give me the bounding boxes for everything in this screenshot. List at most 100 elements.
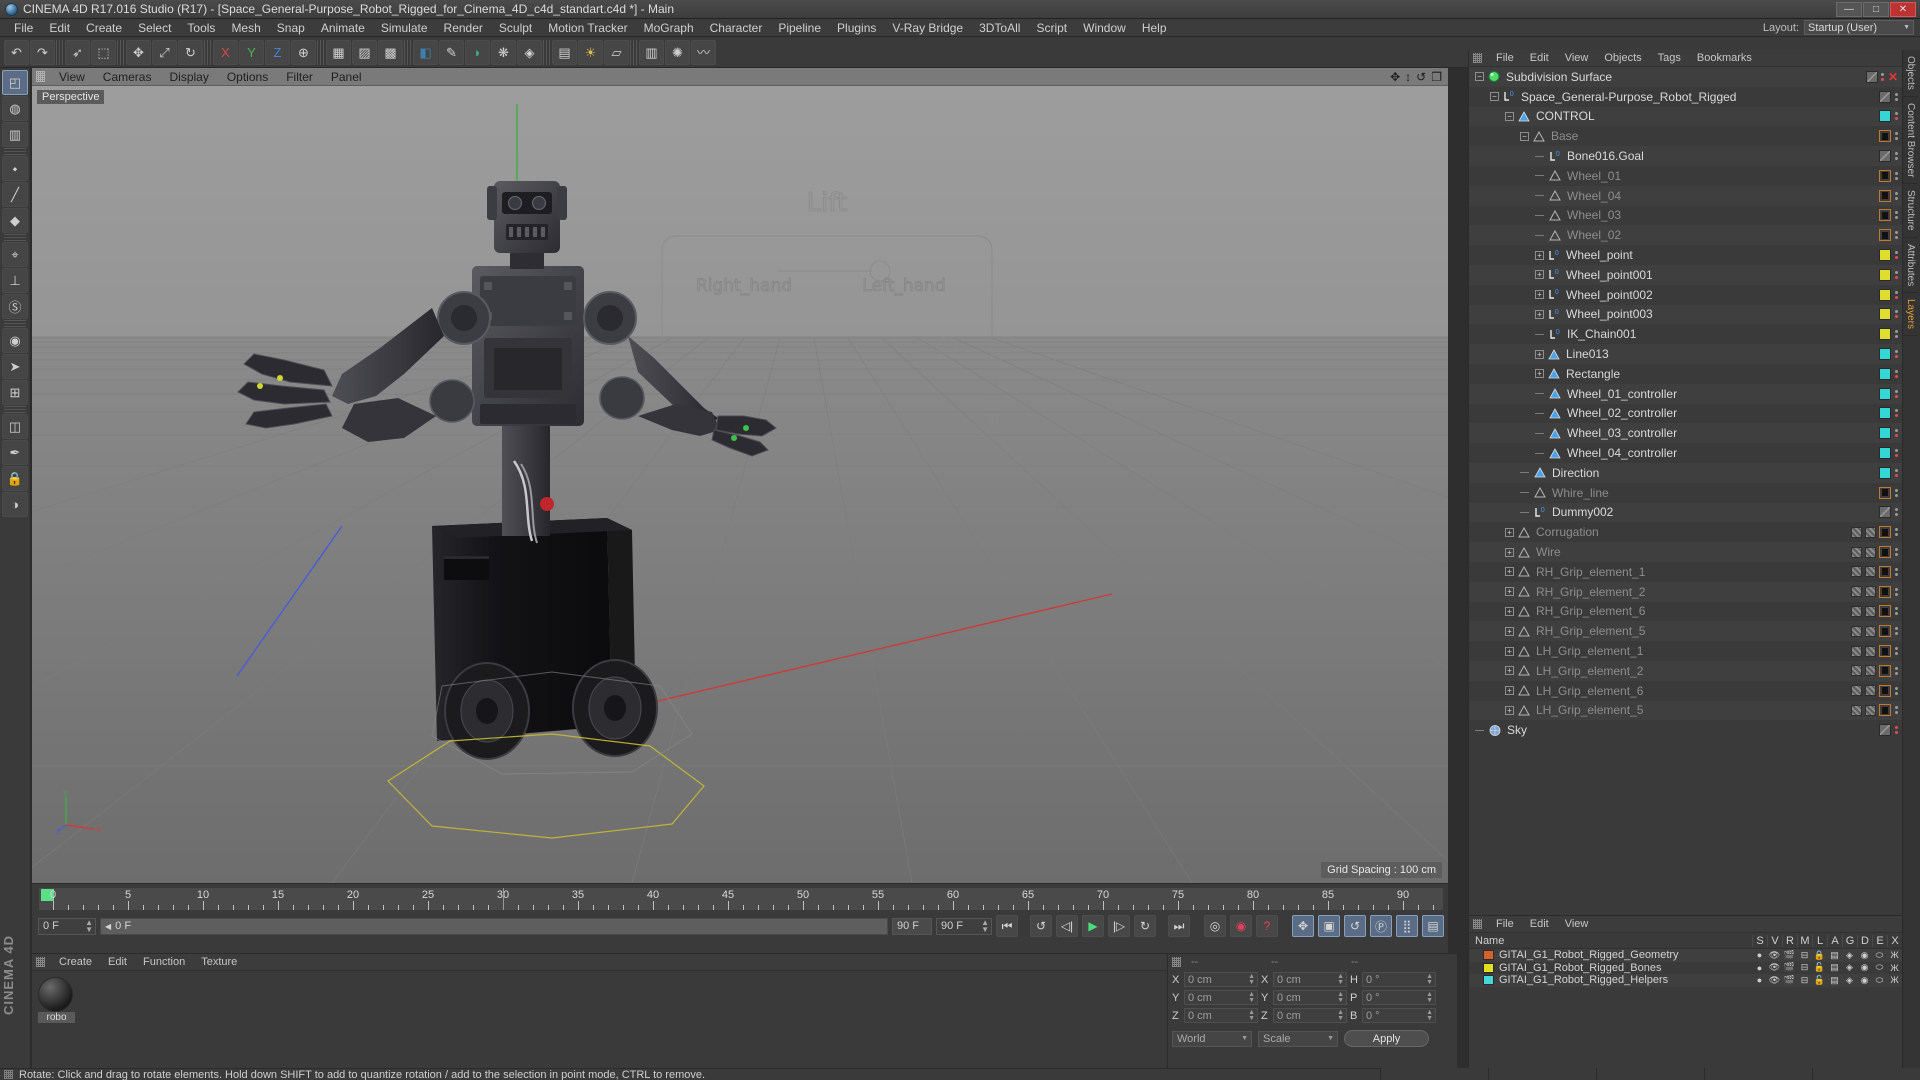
object-row[interactable]: Wheel_02_controller	[1469, 403, 1902, 424]
object-row[interactable]: + Wire	[1469, 542, 1902, 562]
editor-visibility-dot[interactable]	[1894, 310, 1898, 314]
render-visibility-dot[interactable]	[1894, 157, 1898, 161]
menu-item-script[interactable]: Script	[1028, 20, 1075, 36]
render-visibility-dot[interactable]	[1894, 513, 1898, 517]
redo-icon[interactable]: ↷	[30, 39, 55, 65]
layer-swatch[interactable]	[1879, 387, 1891, 400]
viewport-menu-display[interactable]: Display	[160, 70, 217, 84]
object-row[interactable]: + LH_Grip_element_6	[1469, 680, 1902, 701]
visibility-dots[interactable]	[1894, 330, 1898, 339]
layer-menu-view[interactable]: View	[1557, 918, 1597, 930]
panel-grip-icon[interactable]	[1473, 919, 1482, 929]
layer-column-m[interactable]: M	[1797, 934, 1812, 947]
object-tag-icon[interactable]	[1851, 665, 1862, 677]
object-tag-icon[interactable]	[1865, 704, 1876, 716]
play-forward-icon[interactable]: ↻	[1134, 915, 1156, 937]
layer-menu-edit[interactable]: Edit	[1522, 918, 1557, 930]
cube-icon[interactable]: ◧	[413, 39, 438, 65]
workplane-icon[interactable]: ▥	[2, 122, 28, 147]
editor-visibility-dot[interactable]	[1894, 389, 1898, 393]
panel-grip-icon[interactable]	[36, 71, 45, 82]
object-row[interactable]: +0 Wheel_point003	[1469, 304, 1902, 325]
coordinate-system-dropdown[interactable]: World ▼	[1172, 1030, 1252, 1047]
material-item[interactable]: robo	[38, 977, 75, 1023]
editor-visibility-dot[interactable]	[1894, 508, 1898, 512]
timeline-ruler[interactable]: 051015202530354045505560657075808590	[38, 887, 1444, 911]
enable-axis-icon[interactable]: ⊥	[2, 268, 28, 293]
rotation-field-h[interactable]: 0 ° ▲ ▼	[1362, 972, 1436, 987]
layer-column-v[interactable]: V	[1767, 934, 1782, 947]
record-active-objects-icon[interactable]: ◉	[1230, 915, 1252, 937]
object-row[interactable]: + RH_Grip_element_2	[1469, 581, 1902, 602]
layer-cell-deformers[interactable]: ◉	[1857, 975, 1872, 986]
menu-item-help[interactable]: Help	[1134, 20, 1175, 36]
viewport-canvas[interactable]: Lift Right_hand Left_hand Perspective Gr…	[32, 86, 1448, 883]
render-visibility-dot[interactable]	[1894, 315, 1898, 319]
move-icon[interactable]: ✥	[126, 39, 151, 65]
render-visibility-dot[interactable]	[1894, 236, 1898, 240]
orbit-icon[interactable]: ↺	[1416, 70, 1426, 84]
maximize-viewport-icon[interactable]: ❐	[1431, 70, 1442, 84]
rotate-icon[interactable]: ↻	[178, 39, 203, 65]
layer-lock-icon[interactable]	[1879, 585, 1891, 598]
visibility-dots[interactable]	[1881, 72, 1885, 81]
collapse-toggle-icon[interactable]: −	[1490, 92, 1499, 102]
material-menu-create[interactable]: Create	[51, 956, 100, 968]
layer-swatch[interactable]	[1879, 328, 1891, 341]
layer-cell-manager[interactable]: ⊟	[1797, 975, 1812, 986]
layer-color-swatch[interactable]	[1483, 975, 1494, 986]
layer-cell-xref[interactable]: Ж	[1887, 975, 1902, 985]
minimize-button[interactable]: —	[1836, 1, 1862, 17]
menu-item-v-ray-bridge[interactable]: V-Ray Bridge	[884, 20, 971, 36]
visibility-dots[interactable]	[1894, 152, 1898, 161]
camera-icon[interactable]: ▤	[552, 39, 577, 65]
uv-polygons-icon[interactable]: ◫	[2, 414, 28, 439]
render-visibility-dot[interactable]	[1894, 572, 1898, 576]
mograph-icon[interactable]: ▥	[639, 39, 664, 65]
menu-item-simulate[interactable]: Simulate	[373, 20, 436, 36]
layer-cell-lock[interactable]: 🔒	[1812, 950, 1827, 961]
viewport-menu-options[interactable]: Options	[218, 70, 277, 84]
expand-toggle-icon[interactable]: +	[1535, 290, 1544, 300]
layer-swatch-none[interactable]	[1865, 70, 1878, 83]
expand-toggle-icon[interactable]: +	[1505, 606, 1514, 616]
editor-visibility-dot[interactable]	[1894, 627, 1898, 631]
visibility-dots[interactable]	[1894, 191, 1898, 200]
collapse-toggle-icon[interactable]: −	[1505, 111, 1514, 121]
size-field-x[interactable]: 0 cm ▲ ▼	[1273, 972, 1347, 987]
object-tag-icon[interactable]	[1851, 566, 1862, 578]
expand-toggle-icon[interactable]: +	[1505, 587, 1514, 597]
object-menu-bookmarks[interactable]: Bookmarks	[1689, 52, 1760, 64]
floor-icon[interactable]: ▱	[604, 39, 629, 65]
object-menu-view[interactable]: View	[1557, 52, 1597, 64]
layer-cell-generators[interactable]: ◈	[1842, 962, 1857, 973]
layer-cell-deformers[interactable]: ◉	[1857, 950, 1872, 961]
layer-cell-visible[interactable]: 👁	[1767, 962, 1782, 973]
layer-row[interactable]: GITAI_G1_Robot_Rigged_Helpers ● 👁 🎬 ⊟ 🔓 ▤ ◈ ◉ ⬭ Ж	[1469, 974, 1902, 987]
render-settings-icon[interactable]: ▩	[378, 39, 403, 65]
layer-swatch[interactable]	[1879, 427, 1891, 440]
viewport-solo-icon[interactable]: ◉	[2, 328, 28, 353]
menu-item-tools[interactable]: Tools	[179, 20, 223, 36]
spinner-icon[interactable]: ▲ ▼	[1248, 973, 1255, 986]
layer-swatch[interactable]	[1879, 466, 1891, 479]
lock-icon[interactable]: 🔒	[2, 466, 28, 491]
layer-cell-solo[interactable]: ●	[1752, 950, 1767, 960]
editor-visibility-dot[interactable]	[1894, 409, 1898, 413]
uv-points-icon[interactable]: ⊞	[2, 380, 28, 405]
layer-cell-deformers[interactable]: ◉	[1857, 962, 1872, 973]
layer-cell-expressions[interactable]: ⬭	[1872, 975, 1887, 986]
render-visibility-dot[interactable]	[1894, 493, 1898, 497]
layer-row[interactable]: GITAI_G1_Robot_Rigged_Bones ● 👁 🎬 ⊟ 🔓 ▤ ◈ ◉ ⬭ Ж	[1469, 962, 1902, 975]
close-button[interactable]: ✕	[1890, 1, 1916, 17]
visibility-dots[interactable]	[1894, 171, 1898, 180]
object-tag-icon[interactable]	[1851, 586, 1862, 598]
object-row[interactable]: +0 Wheel_point002	[1469, 284, 1902, 305]
editor-visibility-dot[interactable]	[1894, 211, 1898, 215]
object-row[interactable]: +0 Wheel_point001	[1469, 264, 1902, 285]
object-tag-icon[interactable]	[1865, 526, 1876, 538]
editor-visibility-dot[interactable]	[1894, 152, 1898, 156]
right-tab-structure[interactable]: Structure	[1903, 184, 1918, 238]
menu-item-render[interactable]: Render	[436, 20, 491, 36]
render-visibility-dot[interactable]	[1894, 216, 1898, 220]
